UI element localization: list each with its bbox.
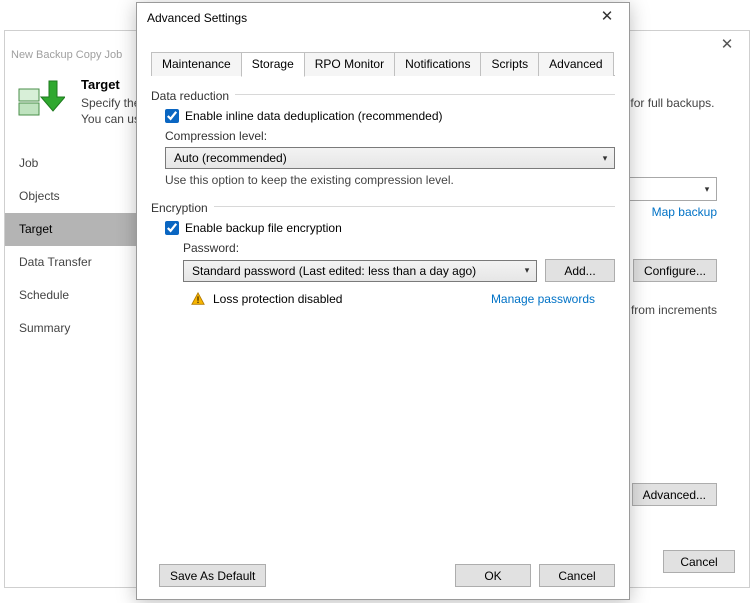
tab-notifications[interactable]: Notifications (394, 52, 481, 76)
wizard-step-title: Target (81, 77, 120, 92)
advanced-button[interactable]: Advanced... (632, 483, 717, 506)
ok-button[interactable]: OK (455, 564, 531, 587)
encryption-label: Enable backup file encryption (185, 221, 342, 235)
compression-value: Auto (recommended) (174, 151, 287, 165)
dialog-title: Advanced Settings (147, 11, 247, 25)
wizard-steps-nav: Job Objects Target Data Transfer Schedul… (5, 147, 151, 539)
compression-label: Compression level: (165, 129, 615, 143)
password-label: Password: (183, 241, 615, 255)
tab-scripts[interactable]: Scripts (480, 52, 539, 76)
group-data-reduction: Data reduction (151, 89, 615, 99)
compression-dropdown[interactable]: Auto (recommended) ▾ (165, 147, 615, 169)
dialog-close-button[interactable]: ✕ (587, 3, 627, 31)
warning-icon (191, 292, 205, 306)
manage-passwords-link[interactable]: Manage passwords (491, 292, 595, 306)
wizard-step-target[interactable]: Target (5, 213, 151, 246)
tab-advanced[interactable]: Advanced (538, 52, 613, 76)
dialog-tabstrip: Maintenance Storage RPO Monitor Notifica… (151, 51, 615, 76)
dialog-footer: Save As Default OK Cancel (151, 564, 615, 587)
wizard-step-summary[interactable]: Summary (5, 312, 151, 345)
dedup-checkbox[interactable] (165, 109, 179, 123)
tab-rpo-monitor[interactable]: RPO Monitor (304, 52, 395, 76)
wizard-cancel-button[interactable]: Cancel (663, 550, 735, 573)
encryption-checkbox[interactable] (165, 221, 179, 235)
gfs-text-tail: t from increments (624, 303, 717, 317)
dedup-row[interactable]: Enable inline data deduplication (recomm… (165, 109, 615, 123)
wizard-step-objects[interactable]: Objects (5, 180, 151, 213)
map-backup-link[interactable]: Map backup (652, 205, 717, 219)
dedup-label: Enable inline data deduplication (recomm… (185, 109, 443, 123)
password-dropdown[interactable]: Standard password (Last edited: less tha… (183, 260, 537, 282)
group-encryption-label: Encryption (151, 201, 214, 215)
chevron-down-icon: ▾ (596, 148, 614, 168)
wizard-step-schedule[interactable]: Schedule (5, 279, 151, 312)
wizard-step-data-transfer[interactable]: Data Transfer (5, 246, 151, 279)
wizard-step-job[interactable]: Job (5, 147, 151, 180)
loss-protection-warning: Loss protection disabled (213, 292, 342, 306)
group-encryption: Encryption (151, 201, 615, 211)
tab-maintenance[interactable]: Maintenance (151, 52, 242, 76)
repository-dropdown[interactable]: ▾ (623, 177, 717, 201)
compression-hint: Use this option to keep the existing com… (165, 173, 615, 187)
dialog-titlebar: Advanced Settings (137, 3, 629, 33)
cancel-button[interactable]: Cancel (539, 564, 615, 587)
chevron-down-icon: ▾ (698, 178, 716, 200)
group-data-reduction-label: Data reduction (151, 89, 235, 103)
chevron-down-icon: ▾ (518, 261, 536, 281)
add-password-button[interactable]: Add... (545, 259, 615, 282)
save-as-default-button[interactable]: Save As Default (159, 564, 266, 587)
advanced-settings-dialog: Advanced Settings ✕ Maintenance Storage … (136, 2, 630, 600)
target-icon (17, 79, 65, 119)
password-value: Standard password (Last edited: less tha… (192, 264, 476, 278)
encryption-row[interactable]: Enable backup file encryption (165, 221, 615, 235)
configure-button[interactable]: Configure... (633, 259, 717, 282)
dialog-body: Data reduction Enable inline data dedupl… (151, 85, 615, 549)
tab-storage[interactable]: Storage (241, 52, 305, 77)
